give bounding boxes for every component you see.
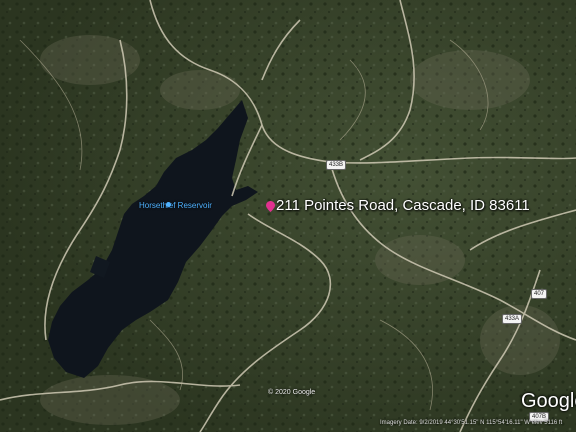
road-shield-433a: 433A [502, 314, 523, 324]
coordinates: 44°30'51.15" N 115°54'16.11" W [444, 420, 530, 426]
attribution-bar: Imagery Date: 9/2/2019 44°30'51.15" N 11… [380, 420, 562, 426]
elevation: elev 5116 ft [531, 420, 563, 426]
place-label[interactable]: 211 Pointes Road, Cascade, ID 83611 [276, 197, 530, 214]
road-shield-407: 407 [531, 289, 548, 299]
location-pin-icon[interactable] [266, 201, 275, 212]
imagery-date: Imagery Date: 9/2/2019 [380, 420, 443, 426]
road-shield-433b: 433B [326, 160, 347, 170]
reservoir-label: Horsethief Reservoir [139, 201, 212, 210]
terrain-imagery [0, 0, 576, 432]
google-logo: Google [521, 390, 576, 412]
reservoir-marker-icon[interactable] [166, 202, 171, 207]
copyright-text: © 2020 Google [268, 389, 316, 396]
satellite-map[interactable]: Horsethief Reservoir 211 Pointes Road, C… [0, 0, 576, 432]
